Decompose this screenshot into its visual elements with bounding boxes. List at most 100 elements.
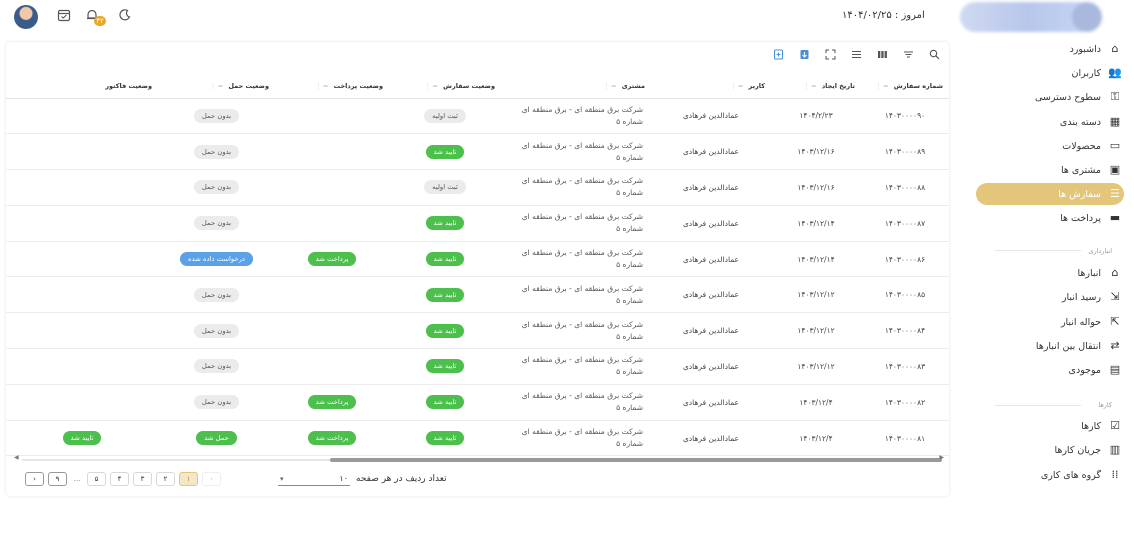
sidebar-item-workflow[interactable]: ▥ جریان کارها — [976, 439, 1124, 461]
page-5[interactable]: ۵ — [87, 472, 106, 486]
created-date-cell: ۱۴۰۳/۱۲/۱۲ — [771, 348, 861, 385]
order-status-cell: تایید شد — [389, 312, 501, 350]
search-icon[interactable] — [925, 48, 943, 66]
shipping-status-badge[interactable]: درخواست داده شده — [180, 252, 253, 267]
order-number-cell: ۱۴۰۳۰۰۰۰۹۰ — [861, 98, 949, 135]
sidebar-item-payments[interactable]: ▬ پرداخت ها — [976, 207, 1124, 229]
sidebar-item-categories[interactable]: ▦ دسته بندی — [976, 111, 1124, 133]
add-file-icon[interactable] — [769, 48, 787, 66]
payment-status-badge[interactable]: پرداخت شد — [307, 252, 357, 267]
sidebar-item-warehouse-receipt[interactable]: ⇲ رسید انبار — [976, 286, 1124, 308]
column-menu-icon[interactable]: ═ ⋮ — [730, 82, 742, 90]
user-cell: عمادالدین فرهادی — [651, 169, 771, 206]
table-row[interactable]: ۱۴۰۳۰۰۰۰۹۰ ۱۴۰۴/۲/۲۳ عمادالدین فرهادی شرکت … — [6, 98, 949, 135]
sidebar-item-warehouses[interactable]: ⌂ انبارها — [976, 262, 1124, 284]
columns-icon[interactable] — [873, 48, 891, 66]
filter-icon[interactable] — [899, 48, 917, 66]
sidebar-item-dashboard[interactable]: ⌂ داشبورد — [976, 38, 1124, 60]
shipping-status-badge[interactable]: بدون حمل — [193, 323, 240, 338]
column-header-invoice-status[interactable]: وضعیت فاکتور — [6, 75, 158, 99]
shipping-status-badge[interactable]: بدون حمل — [193, 108, 240, 123]
column-menu-icon[interactable]: ═ ⋮ — [210, 82, 222, 90]
order-status-badge[interactable]: تایید شد — [425, 287, 465, 302]
pagination-ellipsis: ... — [73, 475, 81, 483]
sidebar-item-warehouse-transfer[interactable]: ⇄ انتقال بین انبارها — [976, 335, 1124, 357]
order-status-badge[interactable]: تایید شد — [425, 144, 465, 159]
table-row[interactable]: ۱۴۰۳۰۰۰۰۸۷ ۱۴۰۳/۱۲/۱۴ عمادالدین فرهادی شرکت… — [6, 205, 949, 242]
column-menu-icon[interactable]: ═ ⋮ — [875, 82, 887, 90]
prev-page-button[interactable]: ‹ — [202, 472, 221, 486]
sidebar-item-customers[interactable]: ▣ مشتری ها — [976, 159, 1124, 181]
sidebar-item-inventory[interactable]: ▤ موجودی — [976, 359, 1124, 381]
order-status-badge[interactable]: تایید شد — [425, 359, 465, 374]
sidebar-item-products[interactable]: ▭ محصولات — [976, 135, 1124, 157]
column-header-created-date[interactable]: تاریخ ایجاد═ ⋮ — [771, 75, 861, 99]
column-header-order-number[interactable]: شماره سفارش═ ⋮ — [861, 75, 949, 99]
table-row[interactable]: ۱۴۰۳۰۰۰۰۸۹ ۱۴۰۳/۱۲/۱۶ عمادالدین فرهادی شرکت… — [6, 133, 949, 171]
sidebar-item-work-groups[interactable]: ⁞⁞ گروه های کاری — [976, 464, 1124, 486]
next-page-button[interactable]: › — [25, 472, 44, 486]
rows-per-page-select[interactable]: ۱۰ ▾ — [278, 472, 350, 486]
shipping-status-badge[interactable]: بدون حمل — [193, 287, 240, 302]
order-status-cell: تایید شد — [389, 133, 501, 171]
scroll-left-icon[interactable]: ◀ — [14, 454, 19, 461]
column-header-customer[interactable]: مشتری═ ⋮ — [501, 75, 651, 99]
order-status-badge[interactable]: تایید شد — [425, 395, 465, 410]
column-menu-icon[interactable]: ═ ⋮ — [603, 82, 615, 90]
page-last[interactable]: ۹ — [48, 472, 67, 486]
invoice-status-badge[interactable]: تایید شد — [62, 431, 102, 446]
transfer-icon: ⇄ — [1110, 339, 1120, 352]
sidebar-item-warehouse-remittance[interactable]: ⇱ حواله انبار — [976, 311, 1124, 333]
page-1[interactable]: ۱ — [179, 472, 198, 486]
table-row[interactable]: ۱۴۰۳۰۰۰۰۸۶ ۱۴۰۳/۱۲/۱۴ عمادالدین فرهادی شرکت… — [6, 241, 949, 278]
column-menu-icon[interactable]: ═ ⋮ — [425, 82, 437, 90]
table-row[interactable]: ۱۴۰۳۰۰۰۰۸۸ ۱۴۰۳/۱۲/۱۶ عمادالدین فرهادی شرکت… — [6, 169, 949, 206]
shipping-status-badge[interactable]: بدون حمل — [193, 216, 240, 231]
shipping-status-badge[interactable]: بدون حمل — [193, 395, 240, 410]
sidebar-item-users[interactable]: 👥 کاربران — [976, 62, 1124, 84]
table-row[interactable]: ۱۴۰۳۰۰۰۰۸۱ ۱۴۰۳/۱۲/۴ عمادالدین فرهادی شرکت … — [6, 420, 949, 457]
order-status-badge[interactable]: تایید شد — [425, 252, 465, 267]
avatar[interactable] — [14, 5, 38, 29]
density-icon[interactable] — [847, 48, 865, 66]
horizontal-scrollbar[interactable]: ◀ ▶ — [14, 454, 944, 463]
order-status-badge[interactable]: ثبت اولیه — [424, 108, 466, 123]
column-menu-icon[interactable]: ═ ⋮ — [803, 82, 815, 90]
divider — [995, 250, 1081, 251]
fullscreen-icon[interactable] — [821, 48, 839, 66]
table-row[interactable]: ۱۴۰۳۰۰۰۰۸۵ ۱۴۰۳/۱۲/۱۲ عمادالدین فرهادی شرکت… — [6, 276, 949, 314]
order-status-badge[interactable]: ثبت اولیه — [424, 180, 466, 195]
invoice-status-cell — [6, 98, 158, 135]
column-header-order-status[interactable]: وضعیت سفارش═ ⋮ — [389, 75, 501, 99]
shipping-status-badge[interactable]: حمل شد — [196, 431, 237, 446]
page-2[interactable]: ۲ — [156, 472, 175, 486]
table-row[interactable]: ۱۴۰۳۰۰۰۰۸۴ ۱۴۰۳/۱۲/۱۲ عمادالدین فرهادی شرکت… — [6, 312, 949, 350]
customer-icon: ▣ — [1109, 163, 1121, 176]
column-menu-icon[interactable]: ═ ⋮ — [315, 82, 327, 90]
shipping-status-cell: درخواست داده شده — [158, 241, 275, 278]
shipping-status-badge[interactable]: بدون حمل — [193, 144, 240, 159]
sidebar-item-tasks[interactable]: ☑ کارها — [976, 415, 1124, 437]
table-row[interactable]: ۱۴۰۳۰۰۰۰۸۳ ۱۴۰۳/۱۲/۱۲ عمادالدین فرهادی شرکت… — [6, 348, 949, 385]
column-header-shipping-status[interactable]: وضعیت حمل═ ⋮ — [158, 75, 275, 99]
page-3[interactable]: ۳ — [133, 472, 152, 486]
dark-mode-icon[interactable] — [116, 8, 134, 26]
export-icon[interactable] — [795, 48, 813, 66]
shipping-status-badge[interactable]: بدون حمل — [193, 180, 240, 195]
order-status-badge[interactable]: تایید شد — [425, 323, 465, 338]
order-status-badge[interactable]: تایید شد — [425, 216, 465, 231]
sidebar-item-orders[interactable]: ☰ سفارش ها — [976, 183, 1124, 205]
column-header-user[interactable]: کاربر═ ⋮ — [651, 75, 771, 99]
table-row[interactable]: ۱۴۰۳۰۰۰۰۸۲ ۱۴۰۳/۱۲/۴ عمادالدین فرهادی شرکت … — [6, 384, 949, 421]
category-icon: ▦ — [1109, 115, 1121, 128]
column-header-payment-status[interactable]: وضعیت پرداخت═ ⋮ — [275, 75, 389, 99]
shipping-status-badge[interactable]: بدون حمل — [193, 359, 240, 374]
order-status-badge[interactable]: تایید شد — [425, 431, 465, 446]
payment-status-badge[interactable]: پرداخت شد — [307, 395, 357, 410]
calendar-icon[interactable] — [55, 8, 73, 26]
scrollbar-thumb[interactable] — [330, 458, 942, 462]
page-4[interactable]: ۴ — [110, 472, 129, 486]
scroll-right-icon[interactable]: ▶ — [939, 454, 944, 461]
payment-status-badge[interactable]: پرداخت شد — [307, 431, 357, 446]
sidebar-item-access-levels[interactable]: ⚿ سطوح دسترسی — [976, 86, 1124, 108]
